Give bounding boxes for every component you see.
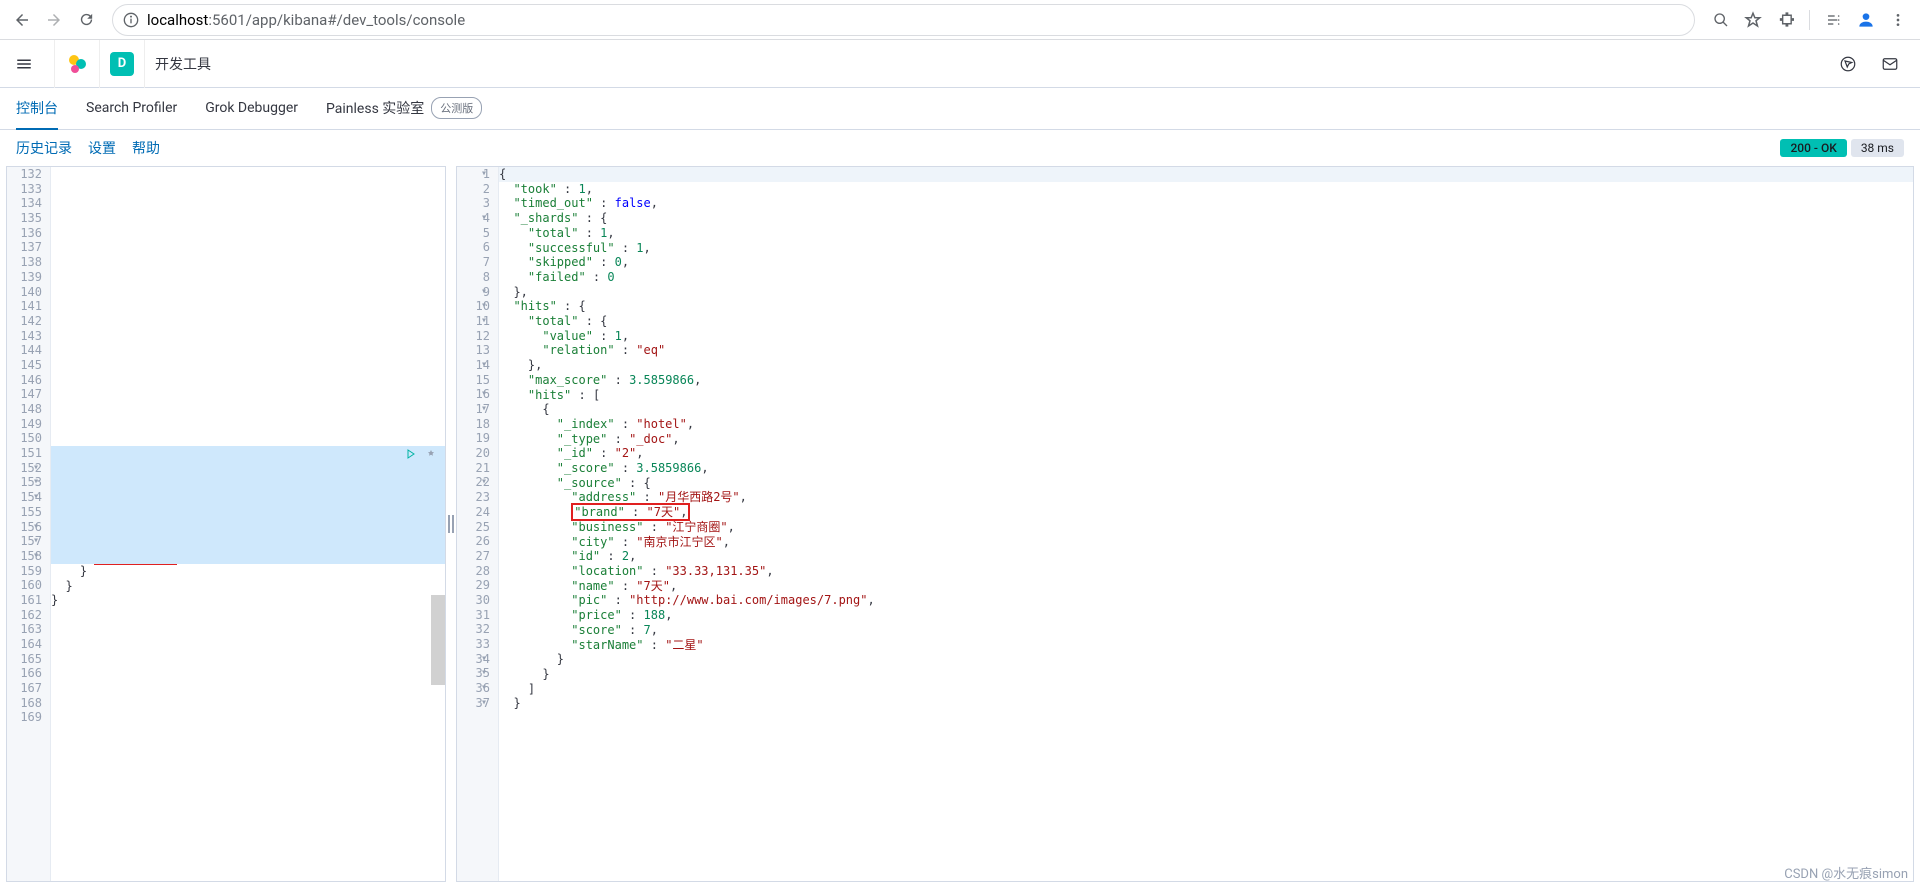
tab-grok-debugger[interactable]: Grok Debugger — [205, 88, 298, 130]
app-badge: D — [110, 52, 134, 76]
pane-resizer[interactable] — [446, 166, 456, 882]
request-code[interactable]: get /hotel/_search{ "query":{ "match":{ … — [51, 167, 445, 881]
zoom-icon[interactable] — [1707, 6, 1735, 34]
star-icon[interactable] — [1739, 6, 1767, 34]
watermark: CSDN @水无痕simon — [1784, 863, 1908, 882]
breadcrumb[interactable]: 开发工具 — [155, 54, 211, 74]
tab-painless-lab[interactable]: Painless 实验室 公测版 — [326, 88, 482, 130]
more-icon[interactable] — [1884, 6, 1912, 34]
nav-toggle-icon[interactable] — [4, 40, 44, 88]
forward-icon[interactable] — [40, 6, 68, 34]
response-viewer[interactable]: 1▾234▾56789▾10▾11▾121314▾1516▾17▾1819202… — [456, 166, 1914, 882]
request-options-icon[interactable] — [423, 446, 439, 462]
devtools-tabs: 控制台 Search Profiler Grok Debugger Painle… — [0, 88, 1920, 130]
request-gutter: 1321331341351361371381391401411421431441… — [7, 167, 51, 881]
newsfeed-icon[interactable] — [1834, 50, 1862, 78]
send-request-icon[interactable] — [403, 446, 419, 462]
settings-link[interactable]: 设置 — [88, 138, 116, 158]
request-editor[interactable]: 1321331341351361371381391401411421431441… — [6, 166, 446, 882]
address-bar[interactable]: localhost:5601/app/kibana#/dev_tools/con… — [112, 4, 1695, 36]
latency-badge: 38 ms — [1851, 139, 1904, 157]
status-badge: 200 - OK — [1780, 139, 1846, 157]
apps-icon[interactable] — [1820, 6, 1848, 34]
help-link[interactable]: 帮助 — [132, 138, 160, 158]
response-gutter: 1▾234▾56789▾10▾11▾121314▾1516▾17▾1819202… — [457, 167, 499, 881]
mail-icon[interactable] — [1876, 50, 1904, 78]
tab-search-profiler[interactable]: Search Profiler — [86, 88, 177, 130]
extensions-icon[interactable] — [1771, 6, 1799, 34]
beta-badge: 公测版 — [431, 97, 482, 119]
site-info-icon — [123, 12, 139, 28]
elastic-logo[interactable] — [65, 52, 89, 76]
browser-toolbar: localhost:5601/app/kibana#/dev_tools/con… — [0, 0, 1920, 40]
editor-container: 1321331341351361371381391401411421431441… — [0, 166, 1920, 888]
back-icon[interactable] — [8, 6, 36, 34]
profile-avatar-icon[interactable] — [1852, 6, 1880, 34]
kibana-header: D 开发工具 — [0, 40, 1920, 88]
scrollbar-thumb[interactable] — [431, 595, 445, 685]
tab-console[interactable]: 控制台 — [16, 88, 58, 130]
history-link[interactable]: 历史记录 — [16, 138, 72, 158]
response-code: { "took" : 1, "timed_out" : false, "_sha… — [499, 167, 1913, 881]
console-menu: 历史记录 设置 帮助 200 - OK 38 ms — [0, 130, 1920, 166]
reload-icon[interactable] — [72, 6, 100, 34]
url-text: localhost:5601/app/kibana#/dev_tools/con… — [147, 11, 465, 29]
